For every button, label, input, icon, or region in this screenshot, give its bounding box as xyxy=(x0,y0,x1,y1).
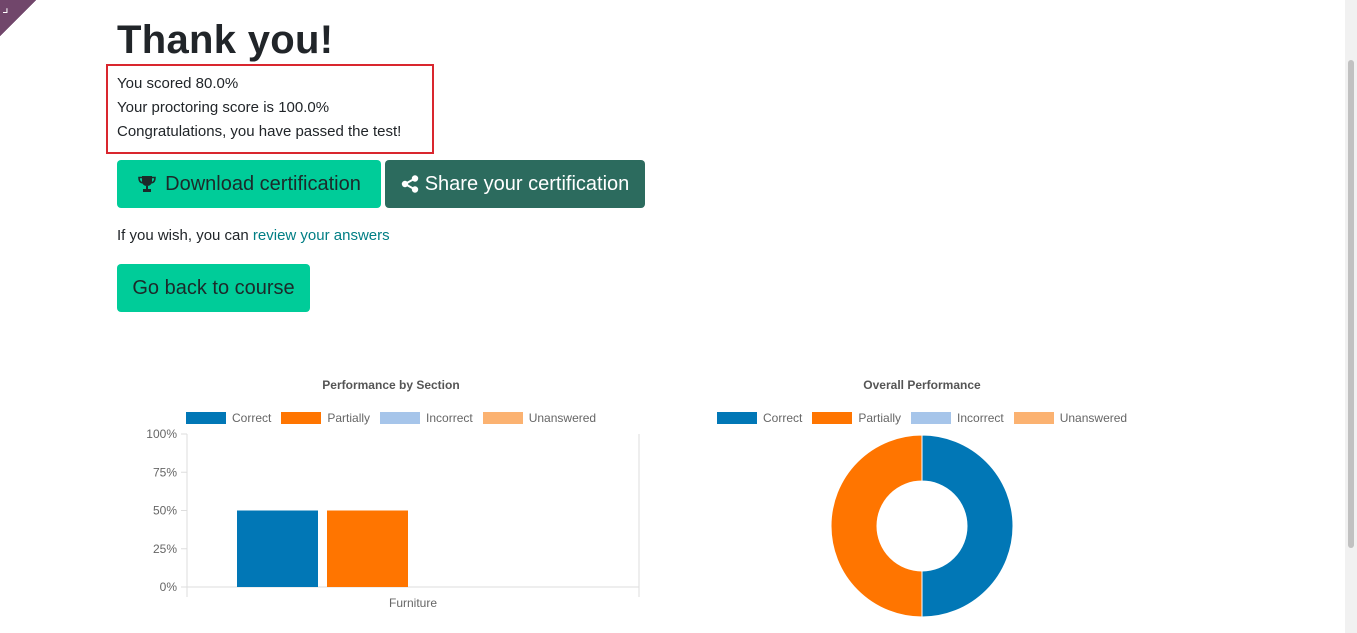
share-icon xyxy=(401,175,419,193)
legend-swatch xyxy=(186,412,226,424)
section-bar-chart: 0% 25% 50% 75% 100% Furniture xyxy=(146,427,640,610)
share-certification-button[interactable]: Share your certification xyxy=(385,160,645,208)
page: ⌟ Thank you! You scored 80.0% Your proct… xyxy=(0,0,1357,633)
section-chart-legend: Correct Partially Incorrect Unanswered xyxy=(186,411,606,425)
bar-correct[interactable] xyxy=(237,510,318,588)
x-tick-label: Furniture xyxy=(389,596,437,610)
y-tick-label: 0% xyxy=(160,580,178,594)
go-back-to-course-button[interactable]: Go back to course xyxy=(117,264,310,312)
legend-item-incorrect[interactable]: Incorrect xyxy=(380,411,473,425)
legend-label: Correct xyxy=(763,411,803,425)
review-prefix: If you wish, you can xyxy=(117,227,253,244)
legend-label: Incorrect xyxy=(426,411,473,425)
legend-label: Partially xyxy=(858,411,902,425)
bar-partially[interactable] xyxy=(327,510,408,588)
page-title: Thank you! xyxy=(117,18,334,62)
legend-item-partially[interactable]: Partially xyxy=(281,411,370,425)
legend-swatch xyxy=(812,412,853,424)
slice-correct[interactable] xyxy=(921,434,1014,618)
legend-item-incorrect[interactable]: Incorrect xyxy=(911,411,1004,425)
y-tick-label: 75% xyxy=(153,465,177,479)
legend-item-unanswered[interactable]: Unanswered xyxy=(1013,411,1128,425)
review-answers-link[interactable]: review your answers xyxy=(253,227,390,244)
passed-text: Congratulations, you have passed the tes… xyxy=(117,123,402,140)
overall-chart-legend: Correct Partially Incorrect Unanswered xyxy=(717,411,1137,425)
y-tick-label: 50% xyxy=(153,504,177,518)
score-text: You scored 80.0% xyxy=(117,75,239,92)
scrollbar-thumb[interactable] xyxy=(1348,60,1354,548)
share-certification-label: Share your certification xyxy=(424,172,630,195)
download-certification-label: Download certification xyxy=(165,172,361,195)
legend-item-partially[interactable]: Partially xyxy=(812,411,901,425)
download-certification-button[interactable]: Download certification xyxy=(117,160,381,208)
legend-swatch xyxy=(911,412,952,424)
legend-label: Unanswered xyxy=(528,411,597,425)
section-chart-title: Performance by Section xyxy=(322,378,460,392)
y-tick-label: 100% xyxy=(146,427,177,441)
debug-ribbon[interactable]: ⌟ xyxy=(0,0,36,36)
legend-swatch xyxy=(1013,412,1054,424)
legend-label: Unanswered xyxy=(1059,411,1128,425)
legend-label: Partially xyxy=(327,411,371,425)
scrollbar[interactable] xyxy=(1345,0,1357,633)
legend-label: Correct xyxy=(232,411,272,425)
overall-donut-chart xyxy=(830,434,1014,618)
legend-label: Incorrect xyxy=(957,411,1004,425)
slice-partially[interactable] xyxy=(830,434,923,618)
trophy-icon xyxy=(137,175,157,193)
legend-item-correct[interactable]: Correct xyxy=(186,411,271,425)
y-tick-label: 25% xyxy=(153,542,177,556)
legend-swatch xyxy=(482,412,523,424)
corner-icon: ⌟ xyxy=(2,0,9,15)
proctoring-score-text: Your proctoring score is 100.0% xyxy=(117,99,330,116)
overall-chart-title: Overall Performance xyxy=(863,378,981,392)
legend-swatch xyxy=(281,412,322,424)
legend-swatch xyxy=(380,412,421,424)
legend-swatch xyxy=(717,412,757,424)
legend-item-unanswered[interactable]: Unanswered xyxy=(482,411,597,425)
legend-item-correct[interactable]: Correct xyxy=(717,411,802,425)
review-line: If you wish, you can review your answers xyxy=(117,227,390,244)
